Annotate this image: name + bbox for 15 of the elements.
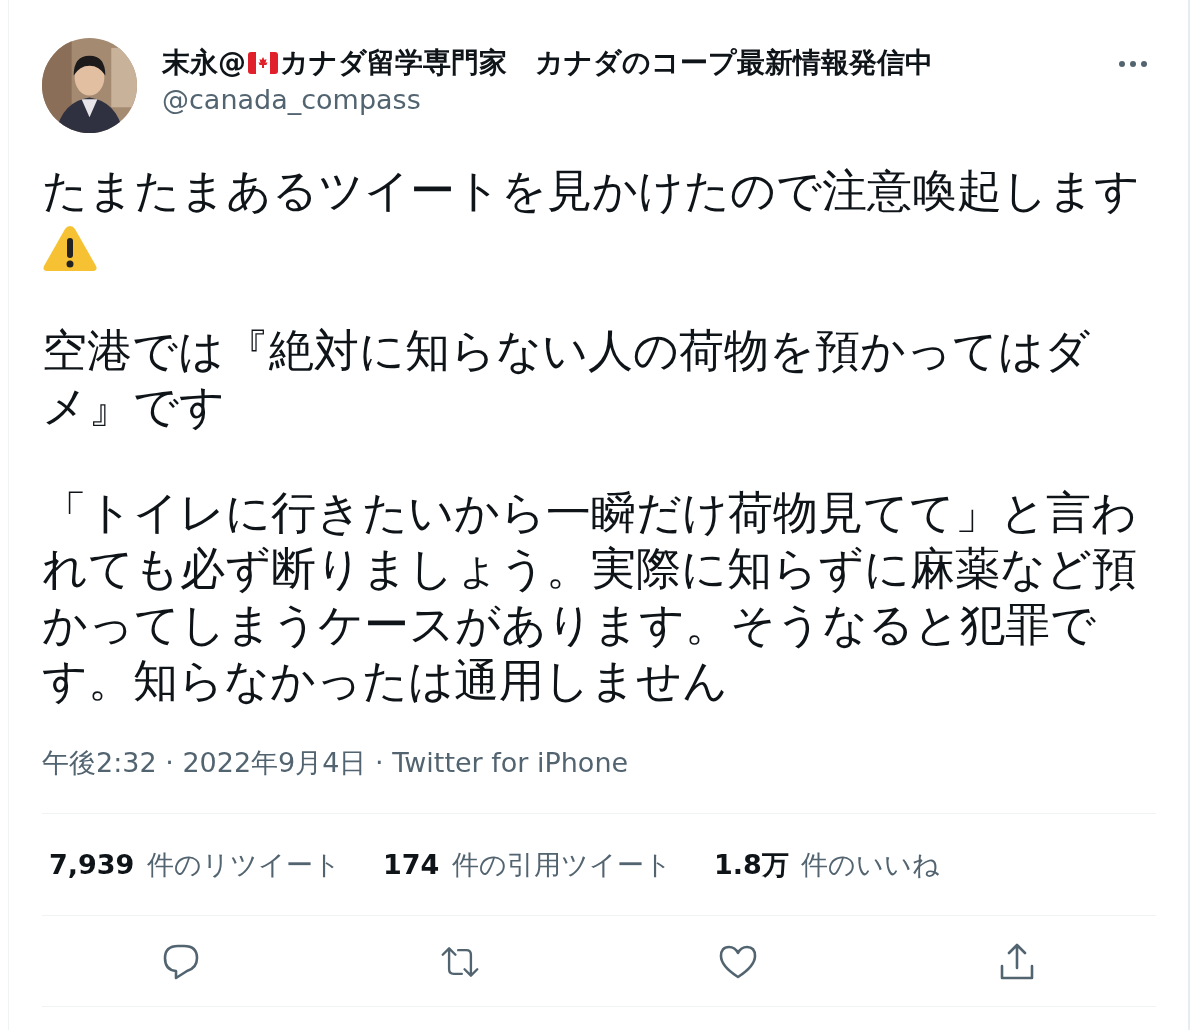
tweet-text: 空港では『絶対に知らない人の荷物を預かってはダメ』です: [42, 323, 1091, 435]
more-icon[interactable]: [1118, 60, 1148, 68]
display-name[interactable]: 末永@: [162, 44, 246, 82]
user-handle[interactable]: @canada_compass: [162, 84, 1118, 115]
stat-label[interactable]: 件の引用ツイート: [451, 849, 672, 880]
tweet-text: たまたまあるツイートを見かけたので注意喚起します: [42, 163, 1141, 219]
stat-count[interactable]: 1.8万: [713, 849, 789, 880]
stat-label[interactable]: 件のいいね: [801, 849, 941, 880]
flag-icon: [248, 52, 278, 74]
tweet-timestamp: 午後2:32 · 2022年9月4日 · Twitter for iPhone: [42, 746, 630, 780]
stat-count[interactable]: 174: [383, 849, 440, 880]
stat-label[interactable]: 件のリツイート: [147, 849, 341, 880]
display-name[interactable]: カナダ留学専門家 カナダのコープ最新情報発信中: [280, 44, 933, 82]
stat-count[interactable]: 7,939: [49, 849, 135, 880]
tweet-text: 「トイレに行きたいから一瞬だけ荷物見てて」と言われても必ず断りましょう。実際に知らずに麻薬など預かってしまうケースがあります。そうなると犯罪です。知らなかったは通用しません: [42, 485, 1138, 709]
